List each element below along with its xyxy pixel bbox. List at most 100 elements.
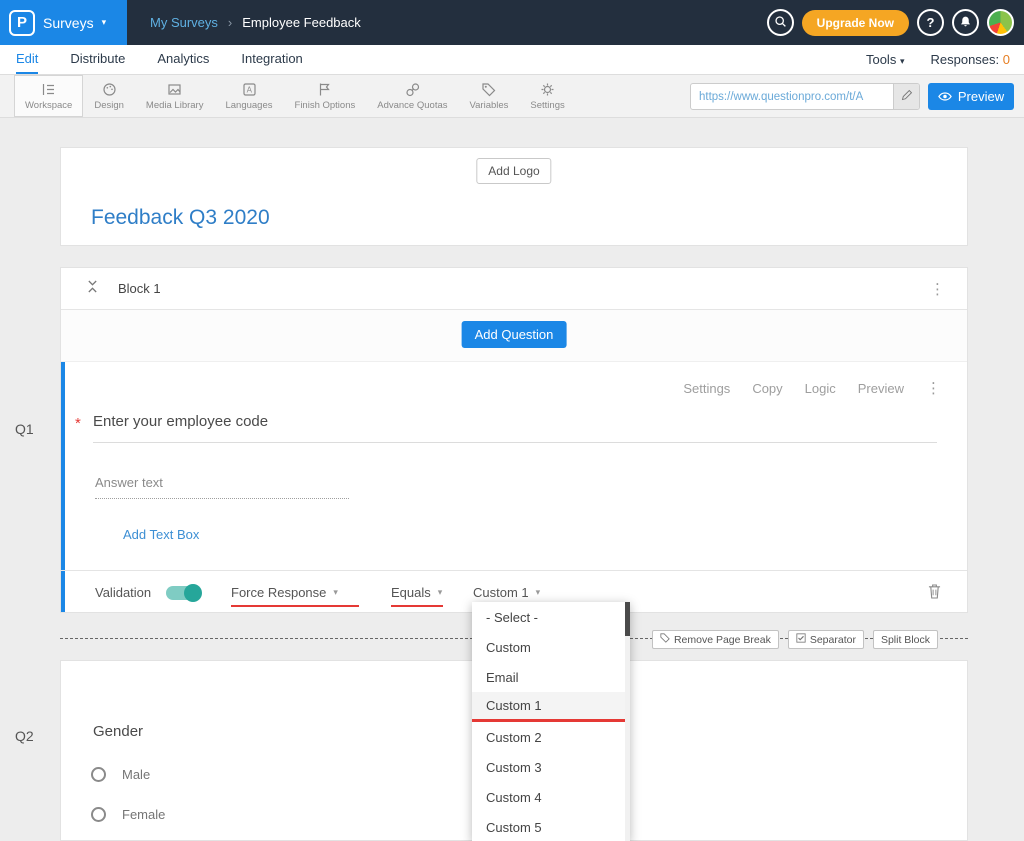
- survey-url-input[interactable]: [691, 84, 893, 109]
- survey-header-card: Add Logo Feedback Q3 2020: [60, 147, 968, 246]
- toolbar-label: Design: [94, 100, 124, 111]
- image-icon: [167, 82, 182, 97]
- radio-option-male[interactable]: Male: [91, 767, 150, 782]
- add-text-box-link[interactable]: Add Text Box: [123, 527, 199, 542]
- question-copy-action[interactable]: Copy: [752, 381, 782, 396]
- survey-editor-page: P Surveys ▾ My Surveys › Employee Feedba…: [0, 0, 1024, 841]
- question-settings-action[interactable]: Settings: [683, 381, 730, 396]
- split-block-button[interactable]: Split Block: [873, 630, 938, 649]
- flag-icon: [317, 82, 332, 97]
- edit-url-button[interactable]: [893, 84, 919, 109]
- dropdown-option-custom4[interactable]: Custom 4: [472, 782, 630, 812]
- upgrade-now-button[interactable]: Upgrade Now: [802, 10, 909, 36]
- tab-edit[interactable]: Edit: [16, 45, 38, 74]
- avatar[interactable]: [987, 9, 1014, 36]
- toolbar-advance-quotas[interactable]: Advance Quotas: [366, 75, 458, 117]
- questionpro-logo-icon: P: [9, 10, 35, 36]
- remove-page-break-button[interactable]: Remove Page Break: [652, 630, 779, 649]
- radio-icon[interactable]: [91, 767, 106, 782]
- toolbar-label: Finish Options: [295, 100, 356, 111]
- responses-counter[interactable]: Responses: 0: [930, 52, 1010, 67]
- question-preview-action[interactable]: Preview: [858, 381, 904, 396]
- dropdown-option-custom[interactable]: Custom: [472, 632, 630, 662]
- block-menu-button[interactable]: ⋮: [930, 268, 945, 310]
- question-text[interactable]: Gender: [93, 723, 143, 740]
- palette-icon: [102, 82, 117, 97]
- topbar-actions: Upgrade Now ?: [767, 0, 1014, 45]
- toolbar-languages[interactable]: A Languages: [214, 75, 283, 117]
- force-response-dropdown[interactable]: Force Response ▾: [231, 585, 359, 607]
- links-icon: [405, 82, 420, 97]
- toolbar-workspace[interactable]: Workspace: [14, 75, 83, 117]
- toolbar-label: Advance Quotas: [377, 100, 447, 111]
- dropdown-option-custom5[interactable]: Custom 5: [472, 812, 630, 841]
- edit-navbar: Edit Distribute Analytics Integration To…: [0, 45, 1024, 75]
- breadcrumb-my-surveys[interactable]: My Surveys: [150, 15, 218, 30]
- block-title[interactable]: Block 1: [118, 281, 161, 296]
- breadcrumb-current: Employee Feedback: [242, 15, 361, 30]
- pencil-icon: [901, 88, 913, 106]
- toolbar-settings[interactable]: Settings: [519, 75, 575, 117]
- chevron-down-icon: ▾: [536, 587, 541, 598]
- split-block-label: Split Block: [881, 634, 930, 646]
- add-question-button[interactable]: Add Question: [462, 321, 567, 348]
- collapse-icon[interactable]: [87, 280, 98, 298]
- tab-analytics[interactable]: Analytics: [157, 45, 209, 74]
- radio-icon[interactable]: [91, 807, 106, 822]
- preview-button[interactable]: Preview: [928, 83, 1014, 110]
- preview-label: Preview: [958, 89, 1004, 104]
- toolbar-finish-options[interactable]: Finish Options: [284, 75, 367, 117]
- search-icon: [774, 15, 787, 31]
- operator-value: Equals: [391, 585, 431, 600]
- navbar-right: Tools ▾ Responses: 0: [866, 45, 1024, 74]
- separator-button[interactable]: Separator: [788, 630, 864, 649]
- toolbar-label: Languages: [225, 100, 272, 111]
- question-text[interactable]: Enter your employee code: [93, 413, 268, 430]
- dropdown-option-custom1[interactable]: Custom 1: [472, 692, 630, 722]
- surveys-menu-label: Surveys: [43, 15, 94, 31]
- tab-distribute[interactable]: Distribute: [70, 45, 125, 74]
- question-logic-action[interactable]: Logic: [805, 381, 836, 396]
- tab-integration[interactable]: Integration: [241, 45, 302, 74]
- dropdown-option-custom2[interactable]: Custom 2: [472, 722, 630, 752]
- scrollbar-thumb[interactable]: [625, 602, 630, 636]
- editor-toolbar: Workspace Design Media Library A Languag…: [0, 75, 1024, 118]
- help-button[interactable]: ?: [917, 9, 944, 36]
- validation-toggle[interactable]: [166, 586, 200, 600]
- translate-icon: A: [242, 82, 257, 97]
- chevron-down-icon: ▾: [333, 587, 338, 598]
- toolbar-design[interactable]: Design: [83, 75, 135, 117]
- add-question-row: Add Question: [61, 310, 967, 361]
- radio-label: Male: [122, 767, 150, 782]
- validation-label: Validation: [95, 585, 151, 600]
- block-header: Block 1: [61, 268, 967, 310]
- dropdown-scrollbar[interactable]: [625, 602, 630, 841]
- question-menu-button[interactable]: ⋮: [926, 379, 941, 397]
- eye-icon: [938, 89, 952, 104]
- content-type-dropdown-menu: - Select - Custom Email Custom 1 Custom …: [472, 602, 630, 841]
- chevron-down-icon: ▾: [102, 17, 107, 28]
- question-text-underline: [93, 442, 937, 443]
- dropdown-option-email[interactable]: Email: [472, 662, 630, 692]
- responses-count: 0: [1003, 52, 1010, 67]
- remove-page-break-label: Remove Page Break: [674, 634, 771, 646]
- checkbox-icon: [796, 633, 806, 646]
- dropdown-option-select[interactable]: - Select -: [472, 602, 630, 632]
- main-tabs: Edit Distribute Analytics Integration: [0, 45, 303, 74]
- radio-option-female[interactable]: Female: [91, 807, 165, 822]
- survey-title[interactable]: Feedback Q3 2020: [91, 206, 270, 230]
- force-response-value: Force Response: [231, 585, 326, 600]
- delete-validation-button[interactable]: [928, 584, 941, 604]
- notifications-button[interactable]: [952, 9, 979, 36]
- answer-text-field[interactable]: Answer text: [95, 475, 349, 499]
- tag-icon: [660, 633, 670, 646]
- surveys-menu[interactable]: P Surveys ▾: [0, 0, 127, 45]
- search-button[interactable]: [767, 9, 794, 36]
- chevron-down-icon: ▾: [900, 56, 905, 66]
- operator-dropdown[interactable]: Equals ▾: [391, 585, 443, 607]
- tools-menu[interactable]: Tools ▾: [866, 52, 905, 67]
- toolbar-media-library[interactable]: Media Library: [135, 75, 215, 117]
- add-logo-button[interactable]: Add Logo: [476, 158, 551, 184]
- toolbar-variables[interactable]: Variables: [459, 75, 520, 117]
- dropdown-option-custom3[interactable]: Custom 3: [472, 752, 630, 782]
